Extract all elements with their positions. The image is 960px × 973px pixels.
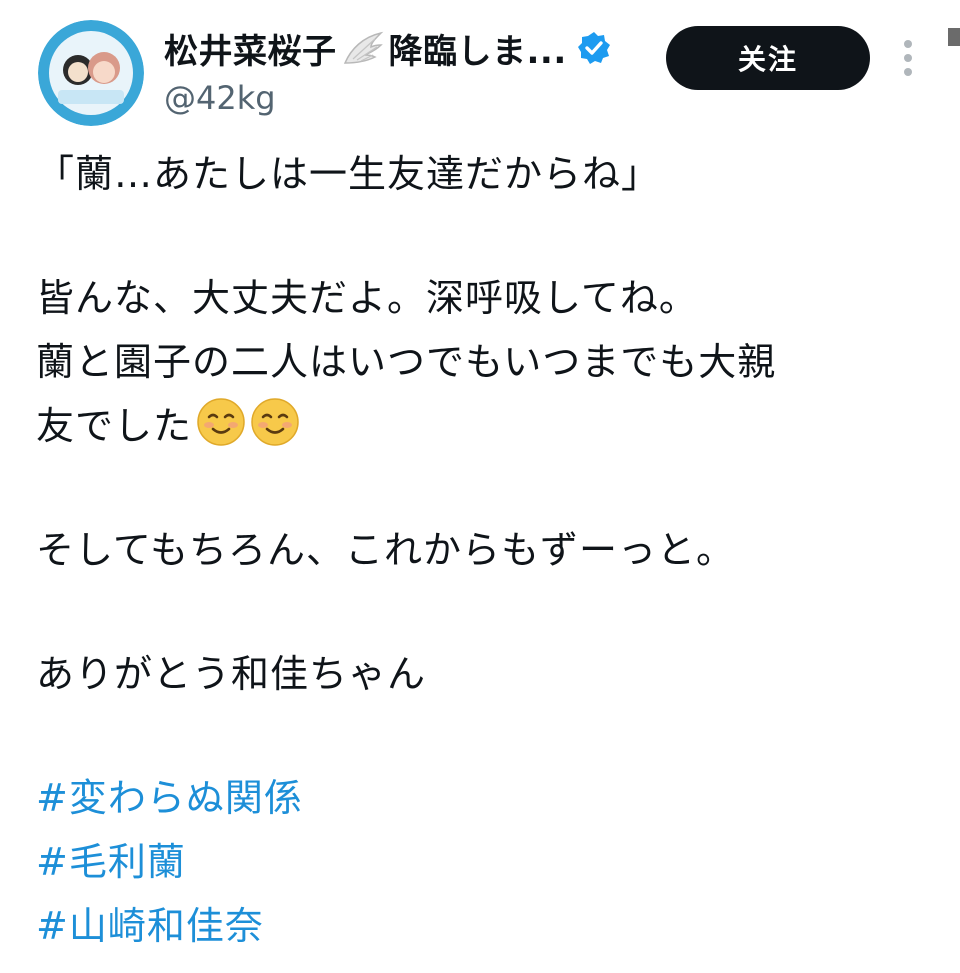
hashtag-link[interactable]: #毛利蘭: [36, 830, 936, 894]
text-line-with-emoji: 友でした: [36, 394, 936, 458]
edge-marker-icon: [948, 28, 960, 46]
text-line: そしてもちろん、これからもずーっと。: [36, 528, 735, 572]
smiling-face-icon: [196, 397, 246, 447]
smiling-face-icon: [250, 397, 300, 447]
display-name[interactable]: 松井菜桜子: [164, 24, 337, 73]
text-line: 皆んな、大丈夫だよ。深呼吸してね。: [36, 276, 698, 320]
angel-wing-icon: [341, 29, 385, 67]
follow-button[interactable]: 关注: [666, 26, 870, 90]
hashtag-link[interactable]: #山崎和佳奈: [36, 894, 936, 958]
vertical-dots-icon[interactable]: [896, 38, 920, 78]
post-header: 松井菜桜子 降臨しま... @42kg 关注: [38, 20, 960, 130]
quote-line: 「蘭…あたしは一生友達だからね」: [36, 152, 661, 196]
text-line: ありがとう和佳ちゃん: [36, 652, 427, 696]
avatar[interactable]: [38, 20, 144, 126]
hashtag-link[interactable]: #変わらぬ関係: [36, 766, 936, 830]
post-card: 松井菜桜子 降臨しま... @42kg 关注 「蘭…あたしは一生友達だからね」 …: [0, 0, 960, 973]
text-line: 蘭と園子の二人はいつでもいつまでも大親: [36, 340, 777, 384]
name-row: 松井菜桜子 降臨しま...: [164, 24, 611, 72]
post-body: 「蘭…あたしは一生友達だからね」 皆んな、大丈夫だよ。深呼吸してね。 蘭と園子の…: [36, 142, 936, 958]
verified-badge-icon: [577, 31, 611, 65]
display-name-tail[interactable]: 降臨しま...: [389, 24, 567, 73]
author-info: 松井菜桜子 降臨しま... @42kg: [164, 24, 611, 118]
user-handle[interactable]: @42kg: [164, 78, 611, 118]
text-fragment: 友でした: [36, 404, 193, 448]
